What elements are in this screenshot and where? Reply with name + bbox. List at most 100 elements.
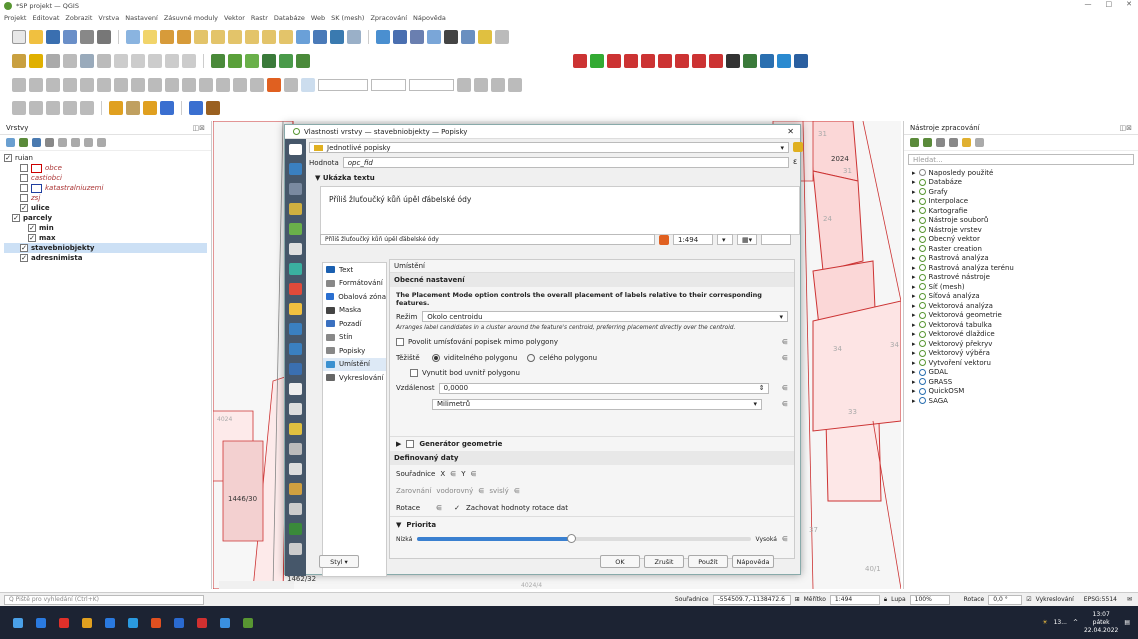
paste-icon[interactable] — [148, 54, 162, 68]
fields-tab-icon[interactable] — [289, 303, 302, 315]
select-tool-3-icon[interactable] — [46, 101, 60, 115]
preview-bg-button[interactable]: ▦▾ — [737, 234, 757, 245]
taskbar-app-5-icon[interactable] — [128, 617, 138, 628]
pan-to-selection-icon[interactable] — [143, 30, 157, 44]
label-diagram-icon[interactable] — [675, 54, 689, 68]
coordinate-field[interactable]: -554509.7,-1138472.6 — [712, 594, 791, 605]
distance-input[interactable]: 0,0000 ⇕ — [438, 382, 769, 394]
snap-select[interactable] — [409, 79, 454, 91]
adv-tool-13-icon[interactable] — [216, 78, 230, 92]
delete-icon[interactable] — [97, 54, 111, 68]
layer-item[interactable]: ✓ parcely — [4, 213, 207, 223]
refresh-icon[interactable] — [347, 30, 361, 44]
digitize-icon[interactable] — [63, 54, 77, 68]
select-tool-2-icon[interactable] — [29, 101, 43, 115]
toolbox-provider[interactable]: ▸ Nástroje vrstev — [904, 225, 1138, 235]
new-map-view-icon[interactable] — [296, 30, 310, 44]
taskbar-app-9-icon[interactable] — [220, 617, 230, 628]
save-edits-icon[interactable] — [46, 54, 60, 68]
label-pin-icon[interactable] — [590, 54, 604, 68]
adv-tool-18-icon[interactable] — [301, 78, 315, 92]
toolbox-provider[interactable]: ▸ GDAL — [904, 368, 1138, 378]
copy-icon[interactable] — [131, 54, 145, 68]
dependencies-tab-icon[interactable] — [289, 503, 302, 515]
temporal-tab-icon[interactable] — [289, 443, 302, 455]
label-mode-select[interactable]: Jednotlivé popisky ▾ — [309, 142, 789, 153]
data-defined-icon[interactable]: ⋹ — [450, 470, 456, 478]
open-project-icon[interactable] — [29, 30, 43, 44]
layer-item[interactable]: ✓ max — [4, 233, 207, 243]
masks-tab-icon[interactable] — [289, 243, 302, 255]
new-project-icon[interactable] — [12, 30, 26, 44]
label-callout-icon[interactable] — [692, 54, 706, 68]
preview-text-input[interactable]: Příliš žluťoučký kůň úpěl ďábelské ódy — [320, 234, 655, 245]
geometry-generator-checkbox[interactable] — [406, 440, 415, 448]
add-layer-icon[interactable] — [262, 54, 276, 68]
toolbox-provider[interactable]: ▸ Obecný vektor — [904, 235, 1138, 245]
value-expression-input[interactable]: opc_fid — [342, 157, 789, 168]
layer-visibility-checkbox[interactable]: ✓ — [20, 204, 28, 212]
layer-visibility-checkbox[interactable]: ✓ — [28, 234, 36, 242]
adv-tool-5-icon[interactable] — [80, 78, 94, 92]
messages-icon[interactable]: ✉ — [1127, 596, 1132, 603]
layer-visibility-checkbox[interactable] — [20, 184, 28, 192]
toolbox-provider[interactable]: ▸ Rastrové nástroje — [904, 273, 1138, 283]
help-button[interactable]: Nápověda — [732, 555, 774, 568]
edit-features-icon[interactable] — [962, 138, 971, 147]
menu-item-4[interactable]: Nastavení — [125, 14, 158, 22]
toolbox-provider[interactable]: ▸ Raster creation — [904, 244, 1138, 254]
symbology-tab-icon[interactable] — [289, 203, 302, 215]
menu-item-10[interactable]: SK (mesh) — [331, 14, 364, 22]
toolbox-provider[interactable]: ▸ QuickOSM — [904, 387, 1138, 397]
eye-icon[interactable] — [32, 138, 41, 147]
zoom-last-icon[interactable] — [262, 30, 276, 44]
toolbox-provider[interactable]: ▸ Vektorová tabulka — [904, 320, 1138, 330]
toolbox-provider[interactable]: ▸ Rastrová analýza — [904, 254, 1138, 264]
layer-visibility-checkbox[interactable] — [20, 194, 28, 202]
adv-tool-20-icon[interactable] — [474, 78, 488, 92]
toolbox-provider[interactable]: ▸ Interpolace — [904, 197, 1138, 207]
toolbox-provider[interactable]: ▸ Vektorový výběra — [904, 349, 1138, 359]
nav-item[interactable]: Maska — [323, 304, 386, 318]
collapse-icon[interactable]: ▼ — [396, 521, 401, 529]
toolbox-float-icon[interactable]: ◫⊠ — [1120, 124, 1132, 132]
measure-icon[interactable] — [461, 30, 475, 44]
toolbox-provider[interactable]: ▸ Vytvoření vektoru — [904, 358, 1138, 368]
zoom-out-icon[interactable] — [177, 30, 191, 44]
mode-options-icon[interactable] — [793, 142, 803, 152]
menu-item-7[interactable]: Rastr — [251, 14, 268, 22]
toolbox-provider[interactable]: ▸ Rastrová analýza terénu — [904, 263, 1138, 273]
menu-item-12[interactable]: Nápověda — [413, 14, 446, 22]
layer-visibility-checkbox[interactable]: ✓ — [4, 154, 12, 162]
layer-item[interactable]: ✓ ruian — [4, 153, 207, 163]
layer-item[interactable]: ✓ adresnimista — [4, 253, 207, 263]
open-styling-icon[interactable] — [6, 138, 15, 147]
adv-tool-17-icon[interactable] — [284, 78, 298, 92]
adv-tool-19-icon[interactable] — [457, 78, 471, 92]
add-mesh-icon[interactable] — [279, 54, 293, 68]
zoom-full-icon[interactable] — [194, 30, 208, 44]
variables-tab-icon[interactable] — [289, 463, 302, 475]
weather-icon[interactable]: ☀ — [1042, 619, 1047, 626]
priority-slider[interactable] — [417, 534, 751, 543]
source-tab-icon[interactable] — [289, 183, 302, 195]
select-tool-9-icon[interactable] — [160, 101, 174, 115]
layer-visibility-checkbox[interactable]: ✓ — [28, 224, 36, 232]
sum-icon[interactable] — [444, 30, 458, 44]
filter-icon[interactable] — [45, 138, 54, 147]
dialog-close-button[interactable]: ✕ — [787, 127, 794, 136]
placement-mode-select[interactable]: Okolo centroidu ▾ — [422, 311, 788, 322]
menu-item-11[interactable]: Zpracování — [370, 14, 407, 22]
toggle-extents-icon[interactable]: ⊞ — [795, 596, 800, 603]
toolbox-provider[interactable]: ▸ Síťová analýza — [904, 292, 1138, 302]
data-defined-icon[interactable]: ⋹ — [782, 535, 788, 543]
data-defined-icon[interactable]: ⋹ — [782, 354, 788, 362]
menu-item-0[interactable]: Projekt — [4, 14, 26, 22]
label-move-icon[interactable] — [624, 54, 638, 68]
priority-slider-handle[interactable] — [566, 534, 576, 543]
add-vector-icon[interactable] — [228, 54, 242, 68]
select-tool-11-icon[interactable] — [206, 101, 220, 115]
nav-item[interactable]: Umístění — [323, 357, 386, 371]
adv-tool-21-icon[interactable] — [491, 78, 505, 92]
layer-item[interactable]: obce — [4, 163, 207, 173]
